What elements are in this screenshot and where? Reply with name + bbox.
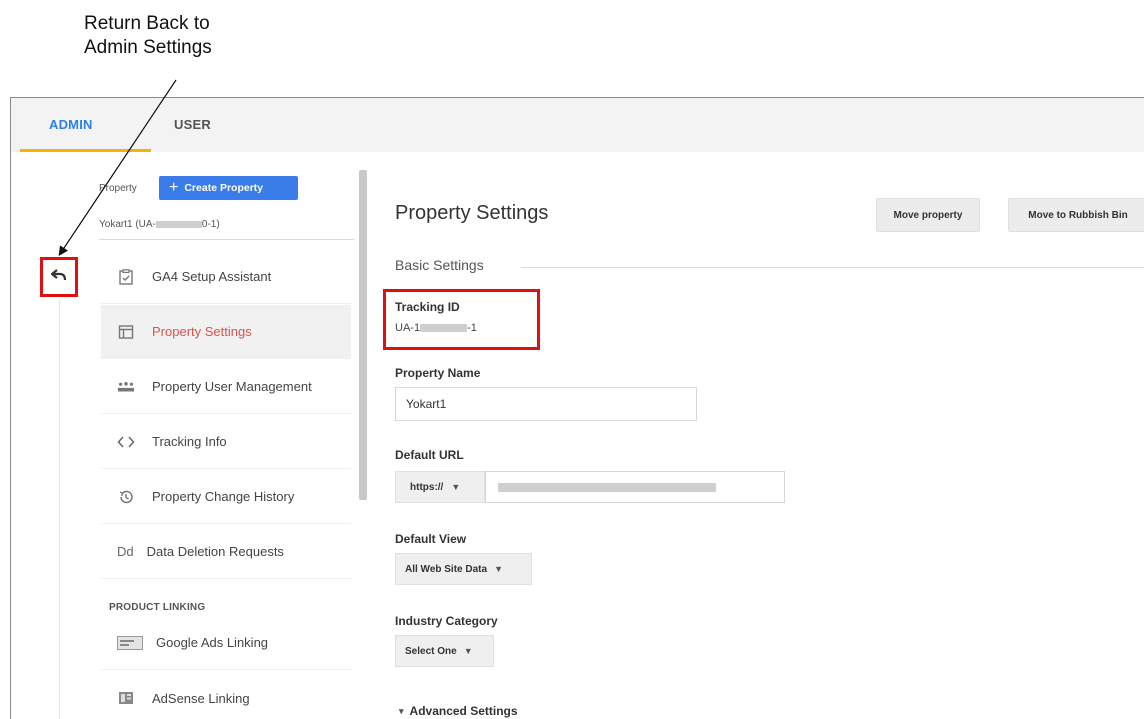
url-protocol-dropdown[interactable]: https:// ▼: [395, 471, 485, 503]
industry-category-value: Select One: [405, 645, 457, 657]
tracking-id-value: UA-1 -1: [395, 322, 477, 334]
nav-item-label: Data Deletion Requests: [146, 544, 284, 559]
property-name-value: Yokart1: [406, 397, 447, 411]
admin-tab-bar: ADMIN USER: [11, 98, 1144, 152]
analytics-admin-panel: ADMIN USER Property + Create Property Yo…: [10, 97, 1144, 719]
create-property-label: Create Property: [184, 182, 264, 194]
property-selected-name: Yokart1 (UA-: [99, 219, 156, 230]
tracking-id-prefix: UA-1: [395, 322, 421, 334]
nav-item-label: Property Settings: [152, 324, 252, 339]
tracking-id-label: Tracking ID: [395, 300, 460, 314]
default-view-dropdown[interactable]: All Web Site Data ▼: [395, 553, 532, 585]
property-name-input[interactable]: Yokart1: [395, 387, 697, 421]
nav-item-label: Property Change History: [152, 489, 295, 504]
nav-item-data-deletion[interactable]: Dd Data Deletion Requests: [101, 525, 351, 579]
url-protocol-value: https://: [410, 481, 444, 493]
ads-icon: [117, 634, 143, 652]
chevron-down-icon: ▼: [463, 646, 473, 656]
nav-item-property-settings[interactable]: Property Settings: [101, 305, 351, 359]
history-icon: [117, 488, 135, 506]
back-arrow-icon: [50, 268, 67, 286]
nav-item-label: GA4 Setup Assistant: [152, 269, 272, 284]
nav-item-label: AdSense Linking: [152, 690, 250, 706]
property-selector[interactable]: Yokart1 (UA- 0-1): [99, 219, 220, 230]
plus-icon: +: [169, 179, 179, 196]
annotation-callout: Return Back to Admin Settings: [84, 12, 212, 60]
tab-user[interactable]: USER: [174, 117, 211, 132]
nav-item-ga4-setup[interactable]: GA4 Setup Assistant: [101, 250, 351, 304]
property-label: Property: [99, 183, 137, 194]
redacted-id: [155, 220, 202, 228]
nav-item-change-history[interactable]: Property Change History: [101, 470, 351, 524]
basic-settings-divider: [521, 267, 1144, 268]
default-url-label: Default URL: [395, 448, 464, 462]
move-property-button[interactable]: Move property: [876, 198, 980, 232]
adsense-icon: [117, 689, 135, 707]
people-icon: [117, 378, 135, 396]
basic-settings-heading: Basic Settings: [395, 257, 484, 273]
nav-scrollbar[interactable]: [359, 170, 367, 500]
nav-item-label: Property User Management: [152, 379, 312, 394]
rail-divider: [59, 300, 60, 719]
create-property-button[interactable]: + Create Property: [159, 176, 298, 200]
product-linking-heading: PRODUCT LINKING: [109, 602, 206, 613]
default-url-input[interactable]: [485, 471, 785, 503]
default-view-label: Default View: [395, 532, 467, 546]
nav-item-label: Tracking Info: [152, 434, 227, 449]
property-selected-suffix: 0-1): [201, 219, 220, 230]
chevron-down-icon: ▾: [399, 705, 404, 716]
tracking-id-highlight: [383, 289, 540, 350]
industry-category-label: Industry Category: [395, 614, 498, 628]
page-title: Property Settings: [395, 202, 549, 224]
move-to-rubbish-bin-button[interactable]: Move to Rubbish Bin: [1008, 198, 1144, 232]
nav-item-adsense-linking[interactable]: AdSense Linking: [101, 671, 351, 719]
default-view-value: All Web Site Data: [405, 563, 488, 575]
nav-item-label: Google Ads Linking: [156, 635, 269, 650]
active-tab-indicator: [20, 149, 151, 152]
code-icon: [117, 433, 135, 451]
nav-item-user-management[interactable]: Property User Management: [101, 360, 351, 414]
tab-admin[interactable]: ADMIN: [49, 117, 93, 132]
chevron-down-icon: ▼: [451, 482, 461, 492]
checklist-icon: [117, 268, 135, 286]
industry-category-dropdown[interactable]: Select One ▼: [395, 635, 494, 667]
dd-icon: Dd: [117, 544, 134, 559]
advanced-settings-toggle[interactable]: ▾ Advanced Settings: [399, 704, 518, 718]
nav-item-tracking-info[interactable]: Tracking Info: [101, 415, 351, 469]
back-to-admin-button[interactable]: [40, 257, 78, 297]
property-divider: [99, 239, 354, 240]
annotation-line-1: Return Back to: [84, 13, 210, 34]
annotation-line-2: Admin Settings: [84, 37, 212, 58]
redacted-tracking-id: [420, 324, 468, 333]
advanced-settings-label: Advanced Settings: [409, 704, 518, 718]
tracking-id-suffix: -1: [467, 322, 477, 334]
redacted-url: [498, 482, 716, 492]
property-name-label: Property Name: [395, 366, 481, 380]
chevron-down-icon: ▼: [494, 564, 503, 574]
window-icon: [117, 323, 135, 341]
nav-item-google-ads-linking[interactable]: Google Ads Linking: [101, 616, 351, 670]
